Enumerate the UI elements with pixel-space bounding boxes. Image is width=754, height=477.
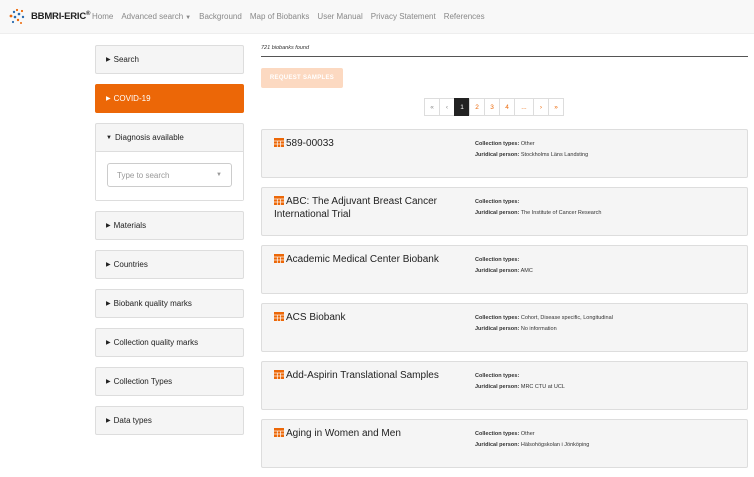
nav-references[interactable]: References [444, 12, 485, 21]
facet-covid-19[interactable]: ▶ COVID-19 [95, 84, 244, 113]
biobank-card: Academic Medical Center Biobank Collecti… [261, 245, 748, 294]
juridical-person-value: The Institute of Cancer Research [520, 210, 602, 216]
biobank-title-link[interactable]: ACS Biobank [286, 312, 345, 323]
page-prev[interactable]: ‹ [439, 98, 455, 116]
juridical-person-label: Juridical person: [475, 210, 520, 216]
triangle-right-icon: ▶ [106, 301, 111, 307]
juridical-person-label: Juridical person: [475, 326, 520, 332]
facet-label: Data types [113, 416, 152, 425]
biobank-title-link[interactable]: Add-Aspirin Translational Samples [286, 370, 439, 381]
juridical-person-value: MRC CTU at UCL [520, 384, 565, 390]
brand-trademark: ® [86, 10, 91, 17]
triangle-right-icon: ▶ [106, 96, 111, 102]
facet-countries[interactable]: ▶ Countries [95, 250, 244, 279]
page-3[interactable]: 3 [484, 98, 500, 116]
nav-background[interactable]: Background [199, 12, 242, 21]
triangle-down-icon: ▼ [106, 134, 112, 141]
juridical-person-label: Juridical person: [475, 268, 520, 274]
page-ellipsis: ... [514, 98, 534, 116]
table-icon [274, 196, 284, 205]
table-icon [274, 312, 284, 321]
biobank-title-link[interactable]: 589-00033 [286, 138, 334, 149]
collection-types-label: Collection types: [475, 141, 520, 147]
facet-materials[interactable]: ▶ Materials [95, 211, 244, 240]
page-1[interactable]: 1 [454, 98, 470, 116]
juridical-person-value: No information [520, 326, 557, 332]
nav-advanced-search[interactable]: Advanced search ▼ [121, 12, 191, 21]
caret-down-icon: ▼ [185, 15, 192, 21]
table-icon [274, 428, 284, 437]
facet-label: Countries [113, 260, 148, 269]
facet-diagnosis-available[interactable]: ▼ Diagnosis available Type to search ▼ [95, 123, 244, 201]
juridical-person-label: Juridical person: [475, 442, 520, 448]
nav-user-manual[interactable]: User Manual [317, 12, 362, 21]
collection-types-label: Collection types: [475, 431, 520, 437]
biobank-title-link[interactable]: ABC: The Adjuvant Breast Cancer Internat… [274, 196, 437, 220]
bbmri-logo-icon [9, 8, 25, 24]
page-last[interactable]: » [548, 98, 564, 116]
collection-types-label: Collection types: [475, 199, 520, 205]
facet-data-types[interactable]: ▶ Data types [95, 406, 244, 435]
juridical-person-label: Juridical person: [475, 152, 520, 158]
collection-types-label: Collection types: [475, 373, 520, 379]
facet-label: Collection quality marks [113, 338, 199, 347]
request-samples-button[interactable]: REQUEST SAMPLES [261, 68, 343, 88]
collection-types-label: Collection types: [475, 257, 520, 263]
page-first[interactable]: « [424, 98, 440, 116]
biobank-title-link[interactable]: Academic Medical Center Biobank [286, 254, 439, 265]
page-2[interactable]: 2 [469, 98, 485, 116]
results-count: 721 biobanks found [261, 45, 748, 57]
triangle-right-icon: ▶ [106, 223, 111, 229]
collection-types-value: Other [520, 141, 535, 147]
results-area: 721 biobanks found REQUEST SAMPLES « ‹ 1… [261, 45, 748, 468]
nav-privacy-statement[interactable]: Privacy Statement [371, 12, 436, 21]
table-icon [274, 254, 284, 263]
juridical-person-value: Stockholms Läns Landsting [520, 152, 589, 158]
filter-sidebar: ▶ Search ▶ COVID-19 ▼ Diagnosis available T… [95, 45, 244, 445]
juridical-person-value: AMC [520, 268, 533, 274]
diagnosis-search-select[interactable]: Type to search ▼ [107, 163, 232, 187]
biobank-card: Aging in Women and Men Collection types:… [261, 419, 748, 468]
biobank-card: Add-Aspirin Translational Samples Collec… [261, 361, 748, 410]
facet-label: Diagnosis available [114, 133, 184, 142]
nav-map-of-biobanks[interactable]: Map of Biobanks [250, 12, 310, 21]
select-placeholder: Type to search [117, 170, 170, 180]
nav-home[interactable]: Home [92, 12, 113, 21]
collection-types-value: Cohort, Disease specific, Longitudinal [520, 315, 613, 321]
nav-advanced-search-label: Advanced search [121, 12, 184, 21]
biobank-card: ABC: The Adjuvant Breast Cancer Internat… [261, 187, 748, 236]
collection-types-label: Collection types: [475, 315, 520, 321]
biobank-card: 589-00033 Collection types: Other Juridi… [261, 129, 748, 178]
biobank-list: 589-00033 Collection types: Other Juridi… [261, 129, 748, 477]
biobank-title-link[interactable]: Aging in Women and Men [286, 428, 401, 439]
brand-name: BBMRI-ERIC [31, 11, 86, 23]
facet-collection-types[interactable]: ▶ Collection Types [95, 367, 244, 396]
collection-types-value: Other [520, 431, 535, 437]
facet-label: COVID-19 [113, 94, 151, 103]
triangle-right-icon: ▶ [106, 57, 111, 63]
triangle-right-icon: ▶ [106, 418, 111, 424]
caret-down-icon: ▼ [216, 172, 222, 178]
page-next[interactable]: › [533, 98, 549, 116]
triangle-right-icon: ▶ [106, 340, 111, 346]
top-navbar: BBMRI-ERIC® Home Advanced search ▼ Backgr… [0, 0, 754, 34]
facet-label: Materials [113, 221, 147, 230]
facet-label: Collection Types [113, 377, 173, 386]
biobank-card: ACS Biobank Collection types: Cohort, Di… [261, 303, 748, 352]
facet-search[interactable]: ▶ Search [95, 45, 244, 74]
juridical-person-value: Hälsohögskolan i Jönköping [520, 442, 590, 448]
brand-logo[interactable]: BBMRI-ERIC® [0, 8, 92, 26]
facet-label: Biobank quality marks [113, 299, 192, 308]
juridical-person-label: Juridical person: [475, 384, 520, 390]
triangle-right-icon: ▶ [106, 379, 111, 385]
table-icon [274, 370, 284, 379]
facet-label: Search [113, 55, 139, 64]
facet-biobank-quality-marks[interactable]: ▶ Biobank quality marks [95, 289, 244, 318]
pagination: « ‹ 1 2 3 4 ... › » [424, 98, 564, 116]
triangle-right-icon: ▶ [106, 262, 111, 268]
nav-links: Home Advanced search ▼ Background Map of … [92, 12, 493, 21]
facet-collection-quality-marks[interactable]: ▶ Collection quality marks [95, 328, 244, 357]
page-4[interactable]: 4 [499, 98, 515, 116]
table-icon [274, 138, 284, 147]
